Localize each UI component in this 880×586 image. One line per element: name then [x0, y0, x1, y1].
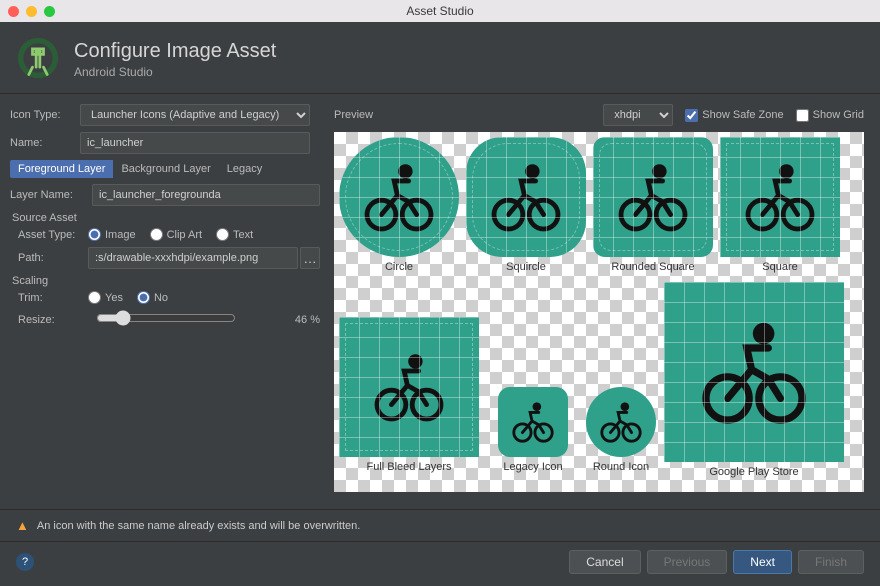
tab-foreground-layer[interactable]: Foreground Layer: [10, 160, 113, 178]
preview-circle: [339, 137, 459, 257]
path-browse-button[interactable]: …: [300, 247, 320, 269]
preview-canvas: Circle Squircle Rounded Square Square Fu…: [334, 132, 864, 492]
warning-icon: ▲: [16, 518, 29, 533]
config-form: Icon Type: Launcher Icons (Adaptive and …: [10, 104, 320, 492]
android-studio-icon: [16, 36, 60, 83]
preview-legacy-icon: [498, 387, 568, 457]
preview-panel: Preview xhdpi Show Safe Zone Show Grid C…: [334, 104, 864, 492]
scaling-section: Scaling: [12, 275, 320, 287]
resize-label: Resize:: [18, 314, 88, 326]
finish-button[interactable]: Finish: [798, 550, 864, 574]
icon-type-select[interactable]: Launcher Icons (Adaptive and Legacy): [80, 104, 310, 126]
window-title: Asset Studio: [406, 4, 473, 18]
preview-label: Preview: [334, 109, 373, 121]
previous-button[interactable]: Previous: [647, 550, 728, 574]
close-icon[interactable]: [8, 6, 19, 17]
tab-background-layer[interactable]: Background Layer: [113, 160, 218, 178]
tab-legacy[interactable]: Legacy: [219, 160, 270, 178]
page-subtitle: Android Studio: [74, 65, 276, 79]
path-input[interactable]: [88, 247, 298, 269]
maximize-icon[interactable]: [44, 6, 55, 17]
asset-type-clipart[interactable]: Clip Art: [150, 228, 202, 241]
show-safe-zone-checkbox[interactable]: Show Safe Zone: [685, 109, 783, 122]
preview-play-store: [664, 282, 844, 462]
path-label: Path:: [18, 252, 88, 264]
trim-yes[interactable]: Yes: [88, 291, 123, 304]
icon-type-label: Icon Type:: [10, 109, 80, 121]
minimize-icon[interactable]: [26, 6, 37, 17]
dialog-header: Configure Image Asset Android Studio: [0, 22, 880, 93]
dialog-footer: ▲ An icon with the same name already exi…: [0, 509, 880, 586]
resize-slider[interactable]: [96, 310, 236, 326]
preview-full-bleed: [339, 317, 479, 457]
preview-round-icon: [586, 387, 656, 457]
warning-text: An icon with the same name already exist…: [37, 520, 360, 532]
trim-no[interactable]: No: [137, 291, 168, 304]
cancel-button[interactable]: Cancel: [569, 550, 640, 574]
trim-label: Trim:: [18, 292, 88, 304]
layer-name-input[interactable]: [92, 184, 320, 206]
source-asset-section: Source Asset: [12, 212, 320, 224]
preview-squircle: [466, 137, 586, 257]
name-label: Name:: [10, 137, 80, 149]
page-title: Configure Image Asset: [74, 40, 276, 63]
layer-tabs: Foreground Layer Background Layer Legacy: [10, 160, 320, 178]
help-button[interactable]: ?: [16, 553, 34, 571]
asset-type-label: Asset Type:: [18, 229, 88, 241]
window-controls: [8, 6, 55, 17]
name-input[interactable]: [80, 132, 310, 154]
preview-rounded-square: [593, 137, 713, 257]
layer-name-label: Layer Name:: [10, 189, 92, 201]
preview-square: [720, 137, 840, 257]
density-select[interactable]: xhdpi: [603, 104, 673, 126]
titlebar: Asset Studio: [0, 0, 880, 22]
next-button[interactable]: Next: [733, 550, 792, 574]
asset-type-image[interactable]: Image: [88, 228, 136, 241]
resize-value: 46 %: [280, 314, 320, 326]
show-grid-checkbox[interactable]: Show Grid: [796, 109, 864, 122]
asset-type-text[interactable]: Text: [216, 228, 253, 241]
